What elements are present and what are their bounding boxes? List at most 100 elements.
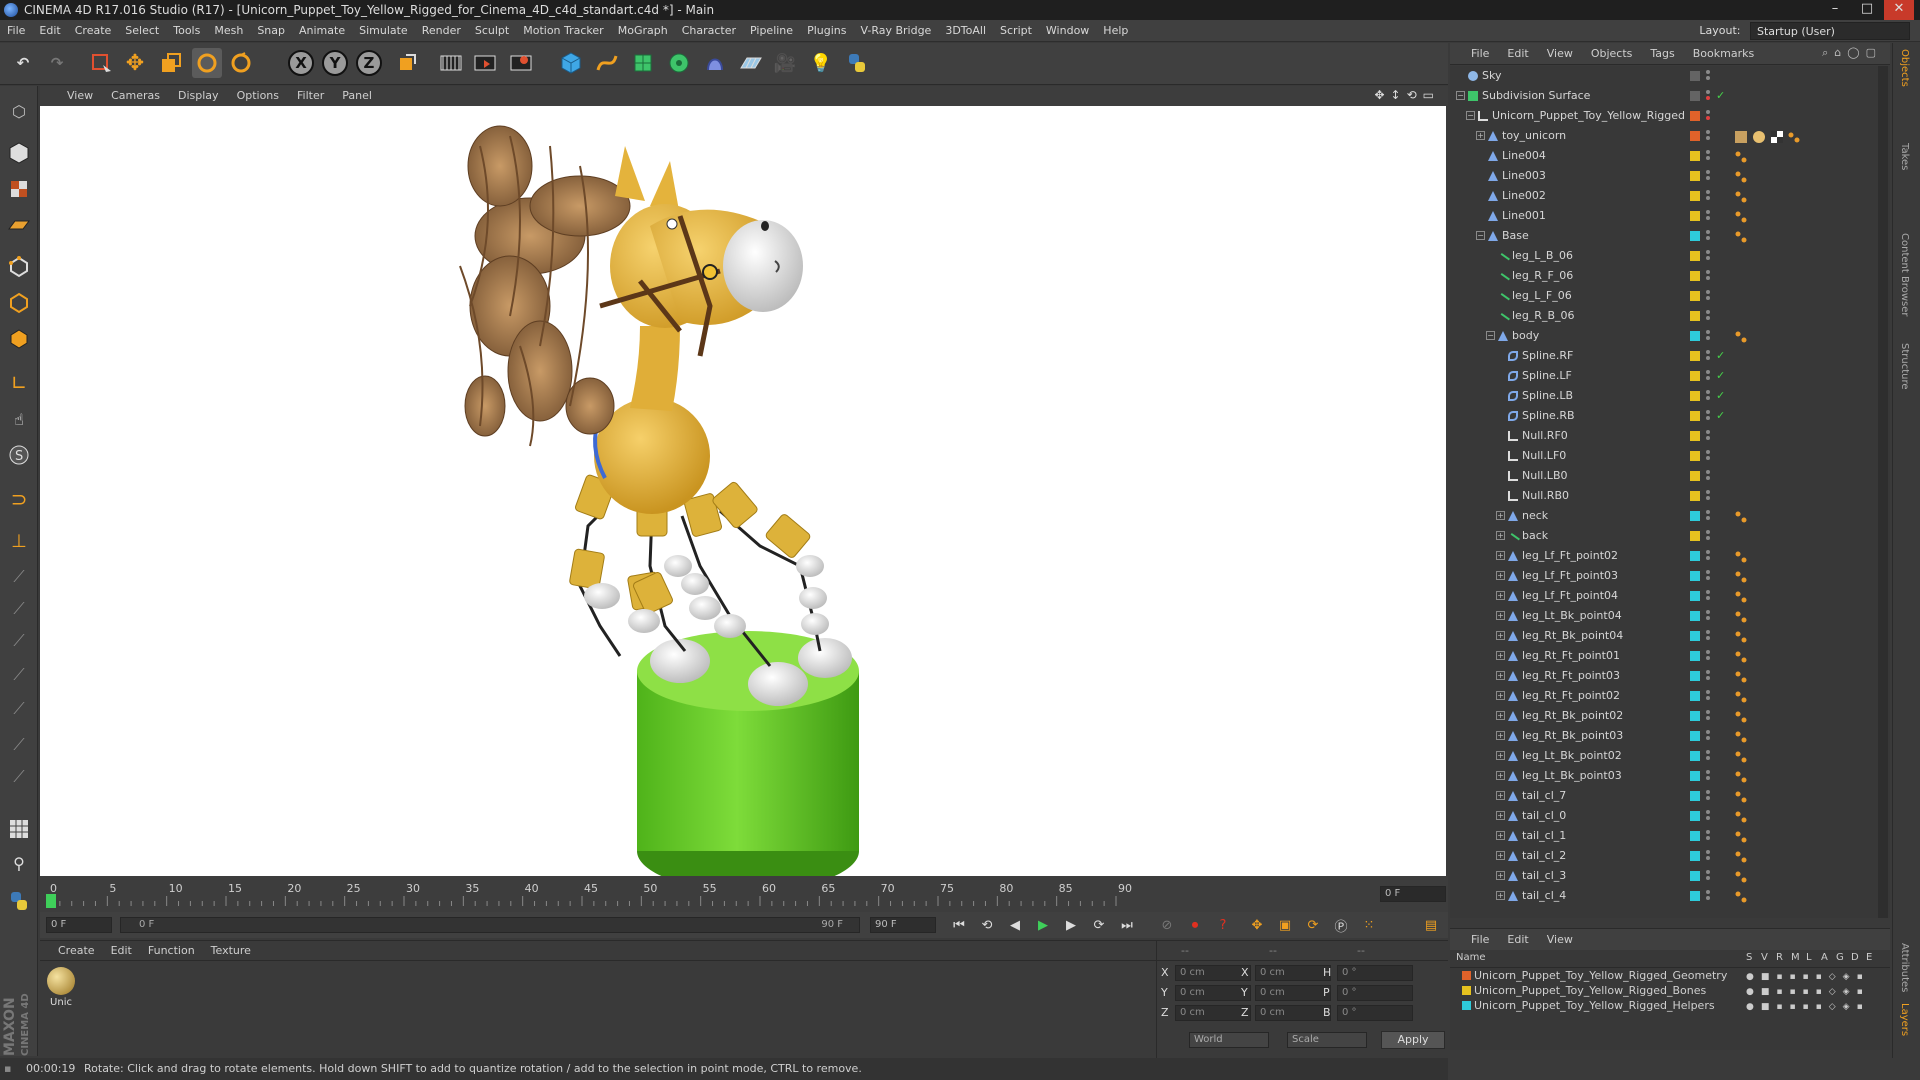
layer-color-swatch[interactable] — [1690, 891, 1700, 901]
coord-size-field[interactable]: 0 cm — [1255, 1005, 1331, 1021]
bind-icon[interactable]: ⟋ — [4, 626, 34, 656]
menu-pipeline[interactable]: Pipeline — [743, 20, 800, 42]
rotate-icon[interactable] — [192, 48, 222, 78]
visibility-dots[interactable] — [1706, 770, 1711, 782]
menu-script[interactable]: Script — [993, 20, 1039, 42]
layer-color-swatch[interactable] — [1690, 431, 1700, 441]
visibility-dots[interactable] — [1706, 430, 1711, 442]
pen-spline-icon[interactable] — [592, 48, 622, 78]
visibility-dots[interactable] — [1706, 810, 1711, 822]
object-row[interactable]: Spline.LB ✓ — [1450, 386, 1890, 406]
expand-icon[interactable]: + — [1476, 131, 1485, 140]
coordinate-space-select[interactable]: World — [1189, 1032, 1269, 1048]
mirror-tool-icon[interactable]: ⟋ — [4, 694, 34, 724]
visibility-dots[interactable] — [1706, 330, 1711, 342]
end-frame-field[interactable]: 0 F — [1380, 886, 1446, 902]
visibility-dots[interactable] — [1706, 730, 1711, 742]
ik-chain-icon[interactable]: ⟋ — [4, 562, 34, 592]
menu-3dtoall[interactable]: 3DToAll — [938, 20, 993, 42]
key-scale-icon[interactable]: ▣ — [1274, 914, 1296, 936]
visibility-dots[interactable] — [1706, 190, 1711, 202]
viewport-menu-options[interactable]: Options — [228, 86, 288, 106]
go-to-start-icon[interactable]: ⏮ — [948, 914, 970, 936]
visibility-dots[interactable] — [1706, 70, 1711, 82]
side-tab-structure[interactable]: Structure — [1899, 343, 1910, 390]
layer-color-swatch[interactable] — [1690, 711, 1700, 721]
object-menu-bookmarks[interactable]: Bookmarks — [1684, 43, 1763, 65]
object-row[interactable]: Line001 — [1450, 206, 1890, 226]
layer-color-swatch[interactable] — [1690, 311, 1700, 321]
layer-menu-file[interactable]: File — [1462, 929, 1498, 951]
layer-color-swatch[interactable] — [1690, 871, 1700, 881]
ik-tag-icon[interactable] — [1735, 610, 1747, 623]
layer-color-swatch[interactable] — [1690, 611, 1700, 621]
menu-sculpt[interactable]: Sculpt — [468, 20, 516, 42]
ik-tag-icon[interactable] — [1735, 850, 1747, 863]
expand-icon[interactable]: + — [1496, 611, 1505, 620]
menu-mograph[interactable]: MoGraph — [611, 20, 675, 42]
ik-tag-icon[interactable] — [1735, 750, 1747, 763]
object-manager-scrollbar[interactable] — [1878, 66, 1888, 918]
object-row[interactable]: leg_L_F_06 — [1450, 286, 1890, 307]
layer-color-swatch[interactable] — [1462, 1001, 1471, 1010]
ik-tag-icon[interactable] — [1735, 870, 1747, 883]
layer-color-swatch[interactable] — [1690, 651, 1700, 661]
cloner-icon[interactable] — [664, 48, 694, 78]
layer-color-swatch[interactable] — [1690, 851, 1700, 861]
material-tags-icon[interactable] — [1735, 130, 1805, 143]
go-to-end-icon[interactable]: ⏭ — [1116, 914, 1138, 936]
visibility-dots[interactable] — [1706, 270, 1711, 282]
layer-color-swatch[interactable] — [1690, 591, 1700, 601]
enabled-check-icon[interactable]: ✓ — [1716, 386, 1725, 406]
visibility-dots[interactable] — [1706, 470, 1711, 482]
object-row[interactable]: + neck — [1450, 506, 1890, 526]
object-row[interactable]: Spline.RF ✓ — [1450, 346, 1890, 366]
layer-color-swatch[interactable] — [1690, 371, 1700, 381]
visibility-dots[interactable] — [1706, 490, 1711, 502]
expand-icon[interactable]: + — [1496, 791, 1505, 800]
layer-color-swatch[interactable] — [1690, 551, 1700, 561]
coord-rotation-field[interactable]: 0 ° — [1337, 1005, 1413, 1021]
maximize-button[interactable]: □ — [1852, 0, 1882, 20]
object-row[interactable]: − Unicorn_Puppet_Toy_Yellow_Rigged — [1450, 106, 1890, 126]
visibility-dots[interactable] — [1706, 110, 1711, 122]
layer-color-swatch[interactable] — [1690, 331, 1700, 341]
object-row[interactable]: + toy_unicorn — [1450, 126, 1890, 146]
layer-row[interactable]: Unicorn_Puppet_Toy_Yellow_Rigged_Helpers… — [1450, 998, 1890, 1013]
side-tab-attributes[interactable]: Attributes — [1899, 943, 1910, 992]
ik-tag-icon[interactable] — [1735, 770, 1747, 783]
object-row[interactable]: Line002 — [1450, 186, 1890, 206]
visibility-dots[interactable] — [1706, 210, 1711, 222]
object-row[interactable]: + tail_cl_2 — [1450, 846, 1890, 866]
ik-tag-icon[interactable] — [1735, 710, 1747, 723]
visibility-dots[interactable] — [1706, 830, 1711, 842]
scale-icon[interactable] — [156, 48, 186, 78]
material-menu-edit[interactable]: Edit — [111, 944, 132, 957]
coordinate-system-icon[interactable] — [392, 48, 422, 78]
layer-color-swatch[interactable] — [1690, 131, 1700, 141]
collapse-icon[interactable]: − — [1476, 231, 1485, 240]
visibility-dots[interactable] — [1706, 710, 1711, 722]
layer-color-swatch[interactable] — [1690, 391, 1700, 401]
visibility-dots[interactable] — [1706, 170, 1711, 182]
object-row[interactable]: + leg_Rt_Bk_point03 — [1450, 726, 1890, 746]
next-frame-icon[interactable]: ▶ — [1060, 914, 1082, 936]
viewport-menu-panel[interactable]: Panel — [333, 86, 381, 106]
key-parameter-icon[interactable]: Ⓟ — [1330, 914, 1352, 936]
coord-position-field[interactable]: 0 cm — [1175, 965, 1251, 981]
layer-color-swatch[interactable] — [1690, 291, 1700, 301]
python-script-icon[interactable] — [4, 886, 34, 916]
tweak-mode-icon[interactable]: ☝ — [4, 404, 34, 434]
key-pla-icon[interactable]: ⁙ — [1358, 914, 1380, 936]
object-row[interactable]: Null.RF0 — [1450, 426, 1890, 446]
material-menu-create[interactable]: Create — [58, 944, 95, 957]
object-row[interactable]: + leg_Rt_Bk_point04 — [1450, 626, 1890, 646]
frame-range-slider[interactable]: 0 F 90 F — [120, 917, 860, 933]
side-tab-layers[interactable]: Layers — [1899, 1003, 1910, 1036]
timeline-ruler[interactable]: 0 5 10 15 20 25 30 35 40 45 50 55 60 65 70 75 80 85 90 0 F — [40, 876, 1448, 912]
layer-toggle-icon[interactable] — [1690, 71, 1700, 81]
magnet-icon[interactable]: ⊃ — [4, 484, 34, 514]
python-icon[interactable] — [842, 48, 872, 78]
object-menu-objects[interactable]: Objects — [1582, 43, 1642, 65]
object-row[interactable]: Null.RB0 — [1450, 486, 1890, 506]
